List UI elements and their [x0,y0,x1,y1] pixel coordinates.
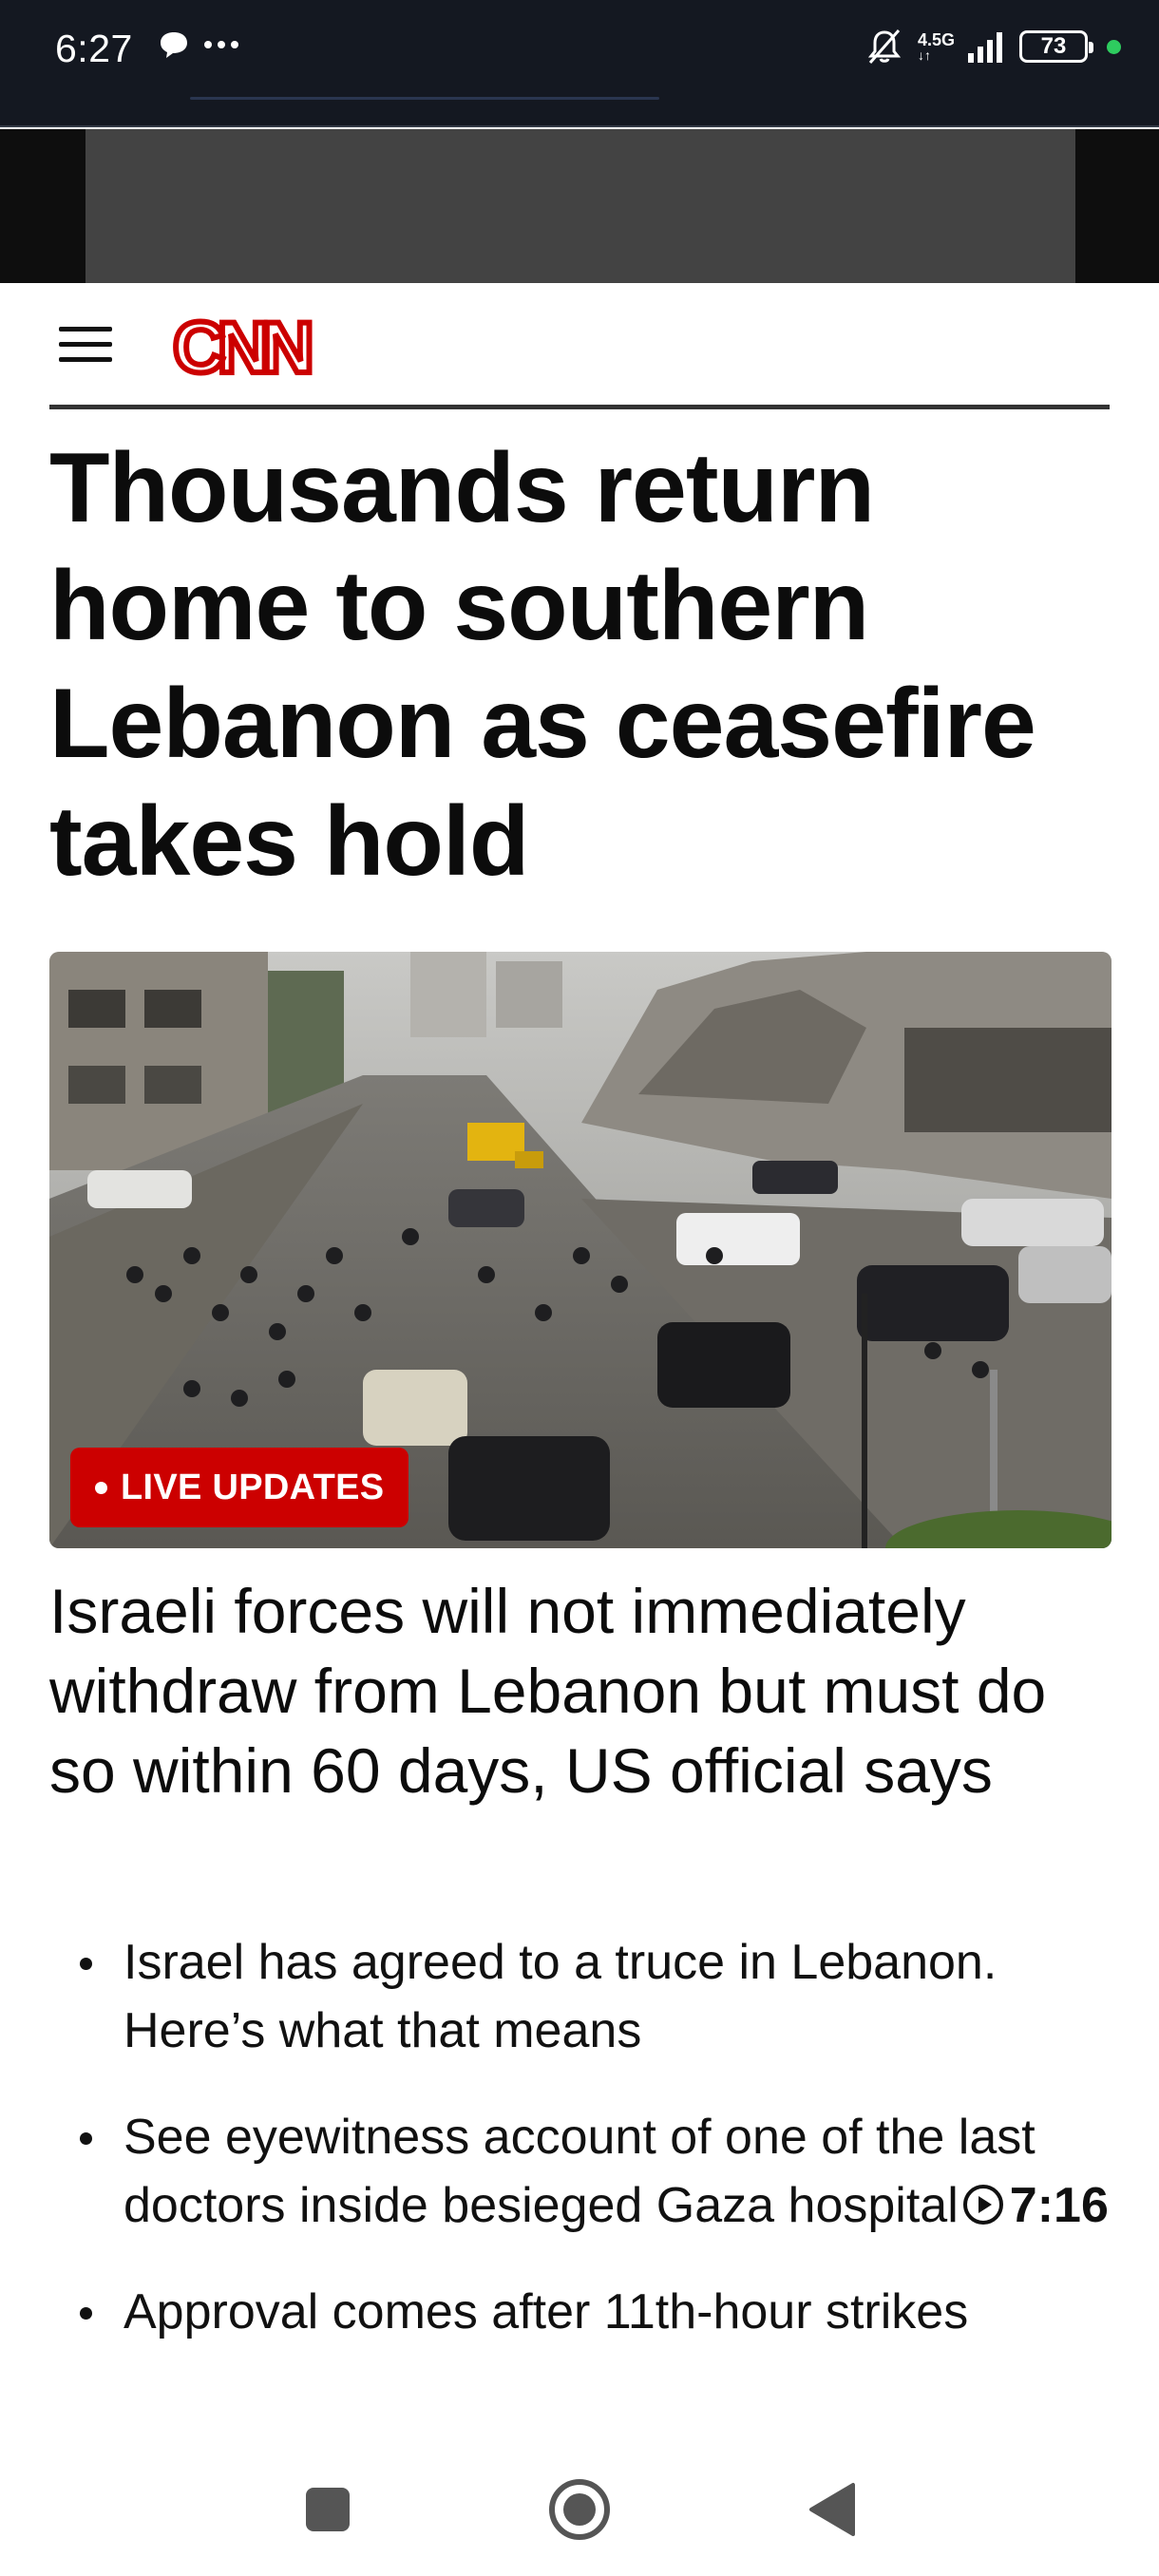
related-link-text: Israel has agreed to a truce in Lebanon.… [124,1935,998,2058]
back-triangle-icon[interactable] [794,2472,870,2548]
status-time: 6:27 [55,27,133,70]
status-dot-icon [1107,39,1121,54]
site-header: CNN [0,283,1159,410]
signal-icon [968,32,1002,63]
header-divider [49,405,1110,409]
status-bar: 6:27 4.5G ↓↑ 73 [0,0,1159,127]
mute-bell-icon [867,29,902,64]
cnn-logo-text: CNN [173,308,310,384]
related-link[interactable]: Approval comes after 11th-hour strikes [80,2278,1125,2346]
related-links-list: Israel has agreed to a truce in Lebanon.… [80,1928,1125,2384]
system-nav-bar [0,2441,1159,2576]
video-duration: 7:16 [959,2178,1109,2233]
status-notification-icons [158,28,239,61]
live-dot-icon [95,1481,107,1494]
related-link-text: Approval comes after 11th-hour strikes [124,2284,969,2339]
status-system-icons: 4.5G ↓↑ 73 [864,27,1121,66]
article-headline[interactable]: Thousands return home to southern Lebano… [49,429,1123,900]
home-circle-icon[interactable] [542,2472,618,2548]
play-icon [962,2185,1003,2225]
battery-icon: 73 [1019,30,1093,63]
live-updates-label: LIVE UPDATES [121,1467,385,1507]
hamburger-menu-icon[interactable] [55,321,116,369]
network-label: 4.5G [917,30,955,49]
url-hint-line [190,97,659,100]
hero-image[interactable]: LIVE UPDATES [49,952,1112,1548]
recents-square-icon[interactable] [290,2472,366,2548]
video-duration-text: 7:16 [1009,2178,1109,2233]
network-indicator: 4.5G ↓↑ [917,30,955,63]
chat-bubble-icon [161,32,187,58]
battery-level: 73 [1040,33,1067,59]
more-dots-icon [204,41,238,48]
related-link-video[interactable]: See eyewitness account of one of the las… [80,2103,1125,2240]
live-updates-badge[interactable]: LIVE UPDATES [70,1448,409,1527]
ad-slot[interactable] [86,129,1075,283]
cnn-logo[interactable]: CNN [169,308,321,384]
ad-banner [0,129,1159,283]
related-link-text: See eyewitness account of one of the las… [124,2110,1036,2233]
related-link[interactable]: Israel has agreed to a truce in Lebanon.… [80,1928,1125,2065]
article-subheadline[interactable]: Israeli forces will not immediately with… [49,1571,1123,1810]
